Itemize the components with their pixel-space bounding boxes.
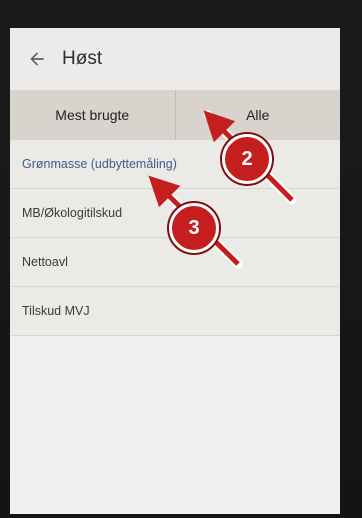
- annotation-arrows: [148, 110, 297, 269]
- annotation-badge-2: 2: [222, 134, 272, 184]
- annotation-badge-3: 3: [169, 203, 219, 253]
